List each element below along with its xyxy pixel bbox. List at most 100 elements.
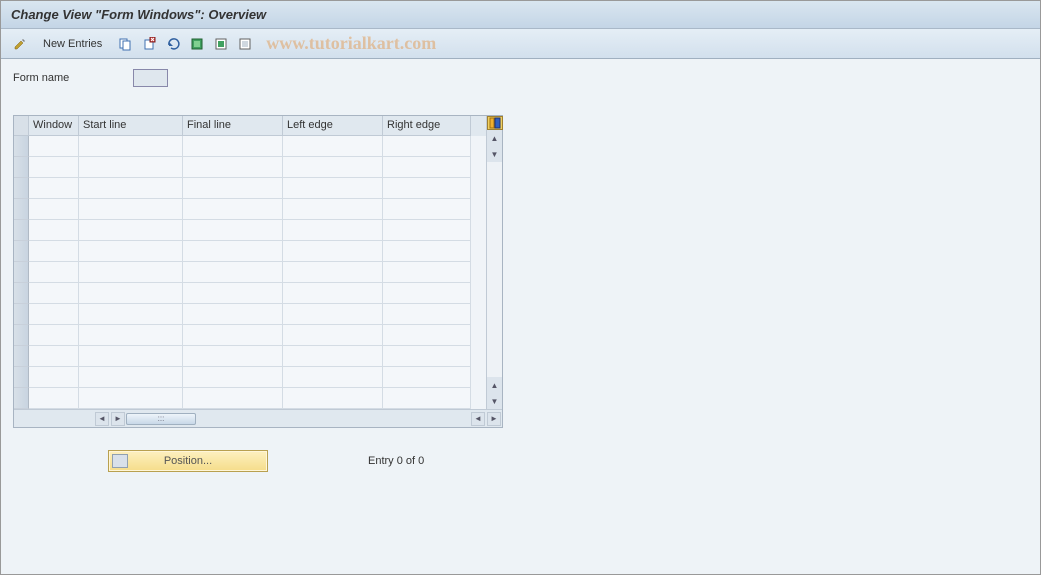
- cell-final-line[interactable]: [183, 157, 283, 178]
- cell-left-edge[interactable]: [283, 388, 383, 409]
- row-selector[interactable]: [14, 220, 29, 241]
- cell-window[interactable]: [29, 199, 79, 220]
- cell-start-line[interactable]: [79, 304, 183, 325]
- cell-left-edge[interactable]: [283, 157, 383, 178]
- vertical-scroll-track[interactable]: [487, 162, 502, 377]
- cell-left-edge[interactable]: [283, 199, 383, 220]
- cell-right-edge[interactable]: [383, 220, 471, 241]
- cell-left-edge[interactable]: [283, 367, 383, 388]
- row-selector[interactable]: [14, 283, 29, 304]
- cell-start-line[interactable]: [79, 220, 183, 241]
- select-all-rows-corner[interactable]: [14, 116, 29, 136]
- horizontal-scroll-thumb[interactable]: :::: [126, 413, 196, 425]
- column-header-final-line[interactable]: Final line: [183, 116, 283, 136]
- cell-start-line[interactable]: [79, 136, 183, 157]
- cell-left-edge[interactable]: [283, 241, 383, 262]
- row-selector[interactable]: [14, 178, 29, 199]
- scroll-right-step-icon[interactable]: ►: [111, 412, 125, 426]
- cell-window[interactable]: [29, 157, 79, 178]
- cell-final-line[interactable]: [183, 283, 283, 304]
- cell-start-line[interactable]: [79, 157, 183, 178]
- cell-right-edge[interactable]: [383, 157, 471, 178]
- cell-left-edge[interactable]: [283, 346, 383, 367]
- cell-start-line[interactable]: [79, 262, 183, 283]
- row-selector[interactable]: [14, 199, 29, 220]
- select-all-icon[interactable]: [188, 35, 206, 53]
- scroll-left-end-icon[interactable]: ◄: [471, 412, 485, 426]
- cell-left-edge[interactable]: [283, 136, 383, 157]
- cell-final-line[interactable]: [183, 178, 283, 199]
- cell-final-line[interactable]: [183, 367, 283, 388]
- toggle-display-change-icon[interactable]: [11, 35, 29, 53]
- row-selector[interactable]: [14, 262, 29, 283]
- row-selector[interactable]: [14, 367, 29, 388]
- cell-start-line[interactable]: [79, 241, 183, 262]
- cell-window[interactable]: [29, 178, 79, 199]
- form-name-input[interactable]: [133, 69, 168, 87]
- scroll-left-icon[interactable]: ◄: [95, 412, 109, 426]
- cell-window[interactable]: [29, 388, 79, 409]
- cell-start-line[interactable]: [79, 178, 183, 199]
- column-header-left-edge[interactable]: Left edge: [283, 116, 383, 136]
- cell-final-line[interactable]: [183, 388, 283, 409]
- cell-right-edge[interactable]: [383, 262, 471, 283]
- cell-left-edge[interactable]: [283, 283, 383, 304]
- row-selector[interactable]: [14, 157, 29, 178]
- cell-window[interactable]: [29, 325, 79, 346]
- horizontal-scrollbar[interactable]: ◄ ► ::: ◄ ►: [14, 409, 502, 427]
- row-selector[interactable]: [14, 346, 29, 367]
- cell-window[interactable]: [29, 304, 79, 325]
- cell-right-edge[interactable]: [383, 388, 471, 409]
- cell-left-edge[interactable]: [283, 304, 383, 325]
- cell-right-edge[interactable]: [383, 136, 471, 157]
- cell-final-line[interactable]: [183, 304, 283, 325]
- scroll-down-icon[interactable]: ▼: [487, 393, 502, 409]
- scroll-down-page-icon[interactable]: ▲: [487, 377, 502, 393]
- cell-window[interactable]: [29, 367, 79, 388]
- cell-right-edge[interactable]: [383, 325, 471, 346]
- scroll-up-page-icon[interactable]: ▼: [487, 146, 502, 162]
- copy-as-icon[interactable]: [116, 35, 134, 53]
- cell-start-line[interactable]: [79, 325, 183, 346]
- cell-window[interactable]: [29, 283, 79, 304]
- cell-final-line[interactable]: [183, 346, 283, 367]
- cell-final-line[interactable]: [183, 220, 283, 241]
- row-selector[interactable]: [14, 241, 29, 262]
- cell-right-edge[interactable]: [383, 346, 471, 367]
- row-selector[interactable]: [14, 136, 29, 157]
- cell-start-line[interactable]: [79, 367, 183, 388]
- table-settings-icon[interactable]: [487, 116, 503, 130]
- undo-change-icon[interactable]: [164, 35, 182, 53]
- vertical-scrollbar[interactable]: ▲ ▼ ▲ ▼: [486, 116, 502, 409]
- delete-icon[interactable]: [140, 35, 158, 53]
- column-header-start-line[interactable]: Start line: [79, 116, 183, 136]
- cell-right-edge[interactable]: [383, 199, 471, 220]
- deselect-all-icon[interactable]: [236, 35, 254, 53]
- row-selector[interactable]: [14, 325, 29, 346]
- column-header-window[interactable]: Window: [29, 116, 79, 136]
- cell-right-edge[interactable]: [383, 283, 471, 304]
- cell-final-line[interactable]: [183, 199, 283, 220]
- cell-left-edge[interactable]: [283, 178, 383, 199]
- cell-start-line[interactable]: [79, 283, 183, 304]
- scroll-right-icon[interactable]: ►: [487, 412, 501, 426]
- cell-right-edge[interactable]: [383, 304, 471, 325]
- cell-right-edge[interactable]: [383, 241, 471, 262]
- column-header-right-edge[interactable]: Right edge: [383, 116, 471, 136]
- cell-final-line[interactable]: [183, 136, 283, 157]
- select-block-icon[interactable]: [212, 35, 230, 53]
- cell-left-edge[interactable]: [283, 220, 383, 241]
- cell-final-line[interactable]: [183, 262, 283, 283]
- cell-left-edge[interactable]: [283, 325, 383, 346]
- row-selector[interactable]: [14, 388, 29, 409]
- cell-window[interactable]: [29, 346, 79, 367]
- position-button[interactable]: Position...: [108, 450, 268, 472]
- scroll-up-icon[interactable]: ▲: [487, 130, 502, 146]
- cell-final-line[interactable]: [183, 241, 283, 262]
- cell-window[interactable]: [29, 136, 79, 157]
- cell-start-line[interactable]: [79, 388, 183, 409]
- cell-left-edge[interactable]: [283, 262, 383, 283]
- row-selector[interactable]: [14, 304, 29, 325]
- cell-final-line[interactable]: [183, 325, 283, 346]
- cell-window[interactable]: [29, 262, 79, 283]
